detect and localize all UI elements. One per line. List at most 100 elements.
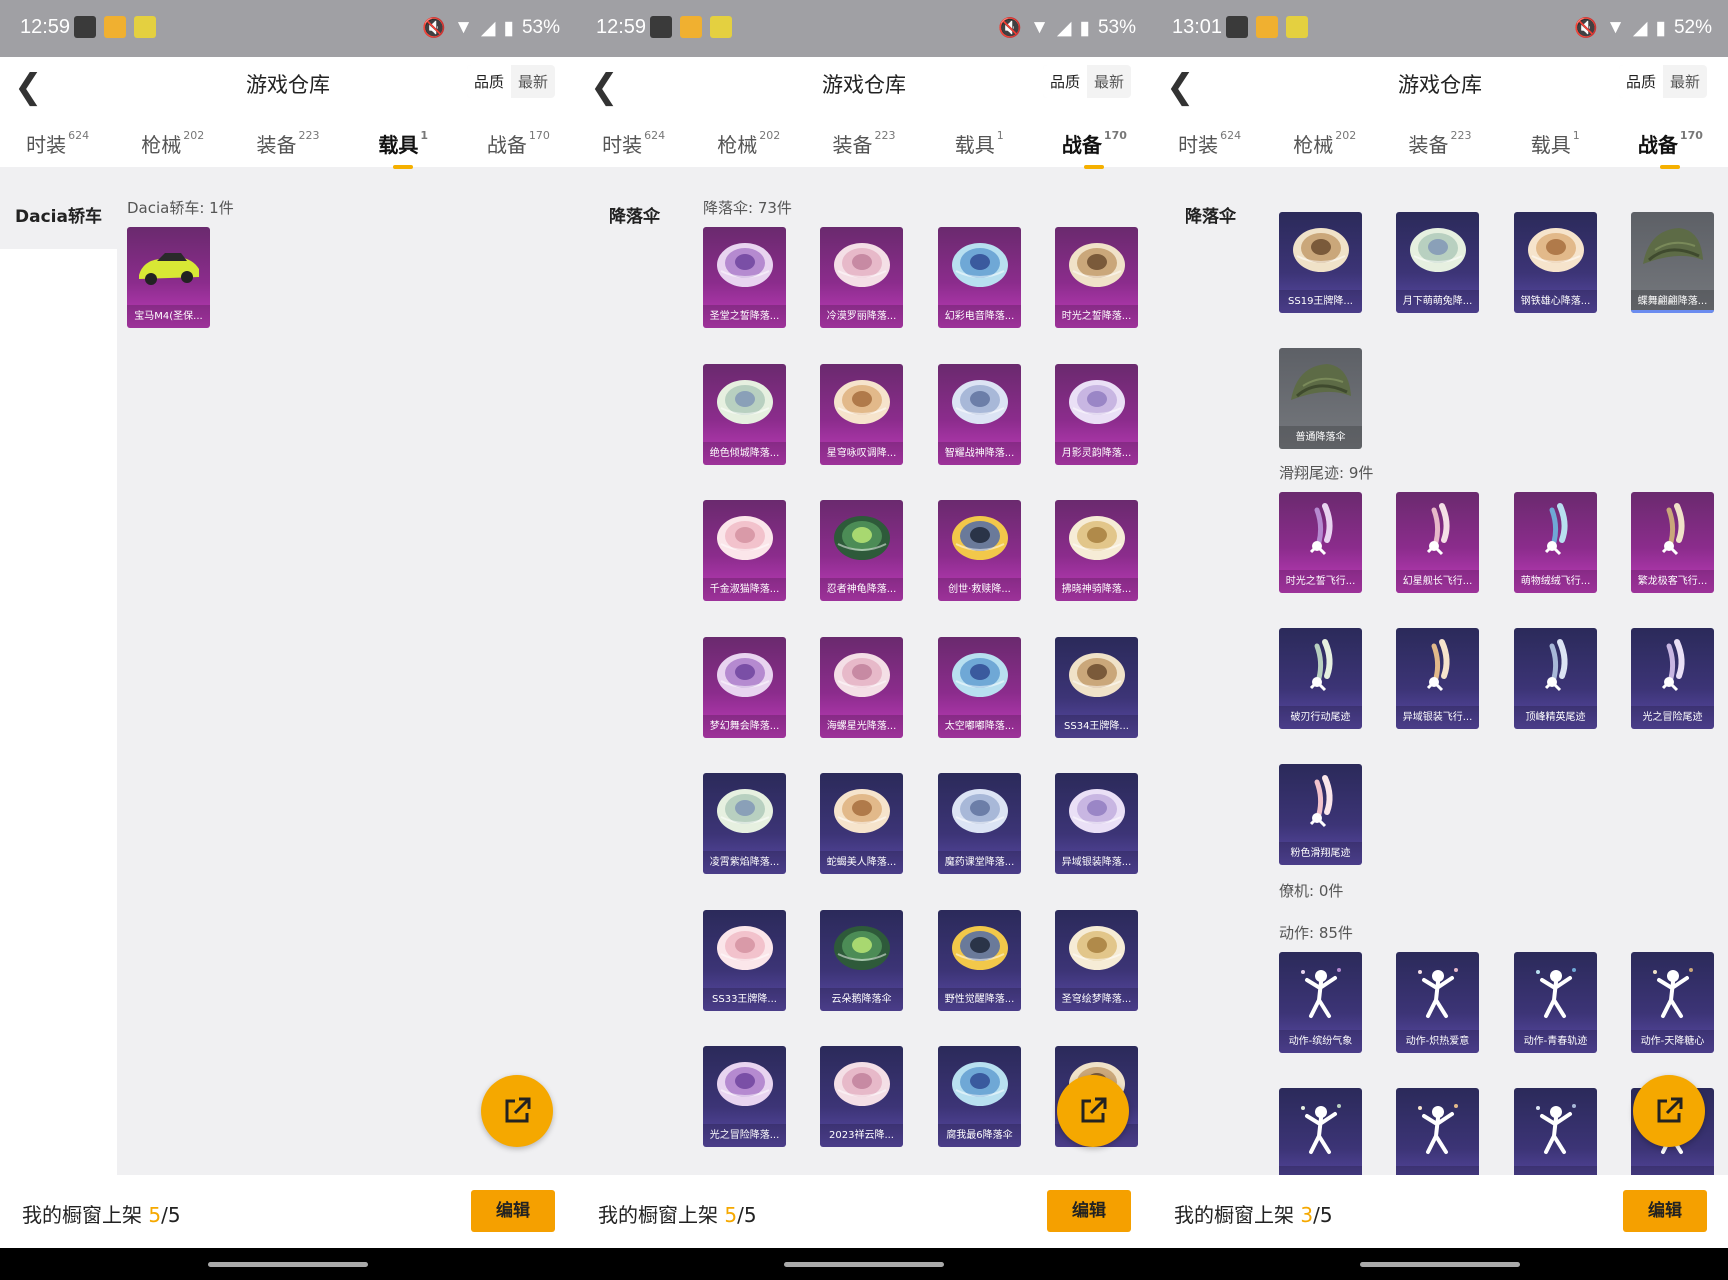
trail-art-icon <box>1309 639 1333 692</box>
parachute-item-card[interactable]: 野性觉醒降落... <box>938 909 1021 1011</box>
sort-quality-button[interactable]: 品质 <box>1618 65 1663 98</box>
tab-0[interactable]: 时装 624 <box>576 129 691 167</box>
home-indicator[interactable] <box>1360 1262 1520 1267</box>
sort-quality-button[interactable]: 品质 <box>1042 65 1087 98</box>
parachute-item-card[interactable]: 蛇蝎美人降落... <box>820 773 903 874</box>
sort-newest-button[interactable]: 最新 <box>1087 65 1131 98</box>
parachute-item-card[interactable]: 月影灵韵降落... <box>1055 363 1138 465</box>
parachute-item-card[interactable]: 云朵鹅降落伞 <box>820 909 903 1011</box>
item-label: 时光之誓飞行... <box>1279 570 1362 593</box>
parachute-item-card[interactable]: 圣穹绘梦降落... <box>1055 909 1138 1011</box>
system-nav-bar <box>576 1248 1152 1280</box>
parachute-item-card[interactable]: SS19王牌降... <box>1279 212 1362 313</box>
parachute-item-card[interactable]: 千金淑猫降落... <box>703 500 786 601</box>
parachute-item-card[interactable]: 圣堂之誓降落... <box>703 227 786 328</box>
item-label: 普通降落伞 <box>1279 426 1362 449</box>
edit-button[interactable]: 编辑 <box>1047 1190 1131 1232</box>
sort-newest-button[interactable]: 最新 <box>511 65 555 98</box>
parachute-item-card[interactable]: SS34王牌降... <box>1055 636 1138 738</box>
emote-item-card[interactable] <box>1514 1088 1597 1175</box>
trail-item-card[interactable]: 异域银装飞行... <box>1396 628 1479 729</box>
parachute-item-card[interactable]: 创世·救赎降... <box>938 500 1021 601</box>
sort-quality-button[interactable]: 品质 <box>466 65 511 98</box>
parachute-item-card[interactable]: 钢铁雄心降落... <box>1514 212 1597 313</box>
share-fab-button[interactable] <box>1633 1075 1705 1147</box>
item-label: 绝色倾城降落... <box>703 441 786 465</box>
edit-button[interactable]: 编辑 <box>471 1190 555 1232</box>
parachute-item-card[interactable]: 2023祥云降... <box>820 1046 903 1147</box>
tab-0[interactable]: 时装 624 <box>0 129 115 167</box>
emote-item-card[interactable]: 动作-天降糖心 <box>1631 952 1714 1053</box>
tab-1[interactable]: 枪械 202 <box>115 129 230 167</box>
tab-2[interactable]: 装备 223 <box>806 129 921 167</box>
tab-2[interactable]: 装备 223 <box>230 129 345 167</box>
parachute-item-card[interactable]: 智耀战神降落... <box>938 363 1021 465</box>
trail-item-card[interactable]: 顶峰精英尾迹 <box>1514 628 1597 729</box>
parachute-item-card[interactable]: 拂晓神骑降落... <box>1055 500 1138 601</box>
parachute-item-card[interactable]: 普通降落伞 <box>1279 348 1362 449</box>
share-fab-button[interactable] <box>481 1075 553 1147</box>
trail-item-card[interactable]: 时光之誓飞行... <box>1279 492 1362 593</box>
tab-3[interactable]: 载具 1 <box>346 129 461 169</box>
parachute-item-card[interactable]: 海螺星光降落... <box>820 636 903 738</box>
showcase-label: 我的橱窗上架 <box>22 1203 149 1227</box>
emote-item-card[interactable] <box>1396 1088 1479 1175</box>
emote-item-card[interactable]: 动作-炽热爱意 <box>1396 952 1479 1053</box>
emote-item-card[interactable]: 动作-缤纷气象 <box>1279 952 1362 1053</box>
notification-icons <box>1226 16 1308 38</box>
sidebar-item[interactable]: Dacia轿车 <box>0 185 117 249</box>
emote-item-card[interactable] <box>1279 1088 1362 1175</box>
wifi-icon: ▼ <box>454 17 473 38</box>
emote-art-icon <box>1418 968 1458 1018</box>
tab-4[interactable]: 战备 170 <box>1037 129 1152 169</box>
trail-item-card[interactable]: 破刃行动尾迹 <box>1279 628 1362 729</box>
sort-newest-button[interactable]: 最新 <box>1663 65 1707 98</box>
screenshot-collage: 12:59 🔇 ▼ ◢ ▮ 53% ❮ 游戏仓库 品质 最新 时装 624 枪械 202 装备 223 载具 1 战… <box>0 0 1728 1280</box>
parachute-item-card[interactable]: 梦幻舞会降落... <box>703 636 786 738</box>
subcategory-sidebar: Dacia轿车 <box>0 185 117 1175</box>
parachute-item-card[interactable]: 蝶舞翩翩降落... <box>1631 212 1714 313</box>
trail-item-card[interactable]: 幻星舰长飞行... <box>1396 492 1479 593</box>
sidebar-item[interactable]: 降落伞 <box>1152 185 1269 249</box>
tab-4[interactable]: 战备 170 <box>1613 129 1728 169</box>
parachute-item-card[interactable]: 星穹咏叹调降... <box>820 363 903 465</box>
tab-3[interactable]: 载具 1 <box>922 129 1037 167</box>
trail-item-card[interactable]: 光之冒险尾迹 <box>1631 628 1714 729</box>
tab-2[interactable]: 装备 223 <box>1382 129 1497 167</box>
tab-3[interactable]: 载具 1 <box>1498 129 1613 167</box>
parachute-item-card[interactable]: 幻彩电音降落... <box>938 227 1021 328</box>
sort-toggle[interactable]: 品质 最新 <box>1042 65 1131 98</box>
sort-toggle[interactable]: 品质 最新 <box>466 65 555 98</box>
parachute-item-card[interactable]: 光之冒险降落... <box>703 1046 786 1147</box>
sort-toggle[interactable]: 品质 最新 <box>1618 65 1707 98</box>
tab-label: 战备 <box>1061 133 1102 157</box>
item-label: 破刃行动尾迹 <box>1279 706 1362 729</box>
home-indicator[interactable] <box>784 1262 944 1267</box>
parachute-item-card[interactable]: 异域银装降落... <box>1055 773 1138 874</box>
parachute-item-card[interactable]: 冷漠罗丽降落... <box>820 227 903 328</box>
car-item-card[interactable]: 宝马M4(圣保... <box>127 227 210 328</box>
category-tabs: 时装 624 枪械 202 装备 223 载具 1 战备 170 <box>1152 129 1728 169</box>
home-indicator[interactable] <box>208 1262 368 1267</box>
tab-4[interactable]: 战备 170 <box>461 129 576 167</box>
share-fab-button[interactable] <box>1057 1075 1129 1147</box>
item-label: 幻彩电音降落... <box>938 305 1021 328</box>
sidebar-item[interactable]: 降落伞 <box>576 185 693 249</box>
parachute-item-card[interactable]: 绝色倾城降落... <box>703 363 786 465</box>
trail-item-card[interactable]: 萌物绒绒飞行... <box>1514 492 1597 593</box>
emote-item-card[interactable]: 动作-青春轨迹 <box>1514 952 1597 1053</box>
trail-item-card[interactable]: 繁龙极客飞行... <box>1631 492 1714 593</box>
tab-1[interactable]: 枪械 202 <box>691 129 806 167</box>
parachute-item-card[interactable]: SS33王牌降... <box>703 909 786 1011</box>
trail-item-card[interactable]: 粉色滑翔尾迹 <box>1279 764 1362 865</box>
parachute-item-card[interactable]: 凌霄紫焰降落... <box>703 773 786 874</box>
parachute-item-card[interactable]: 忍者神龟降落... <box>820 500 903 601</box>
tab-1[interactable]: 枪械 202 <box>1267 129 1382 167</box>
edit-button[interactable]: 编辑 <box>1623 1190 1707 1232</box>
parachute-item-card[interactable]: 太空嘟嘟降落... <box>938 636 1021 738</box>
tab-0[interactable]: 时装 624 <box>1152 129 1267 167</box>
parachute-item-card[interactable]: 时光之誓降落... <box>1055 227 1138 328</box>
parachute-item-card[interactable]: 腐我最6降落伞 <box>938 1046 1021 1147</box>
parachute-item-card[interactable]: 月下萌萌兔降... <box>1396 212 1479 313</box>
parachute-item-card[interactable]: 魔药课堂降落... <box>938 773 1021 874</box>
